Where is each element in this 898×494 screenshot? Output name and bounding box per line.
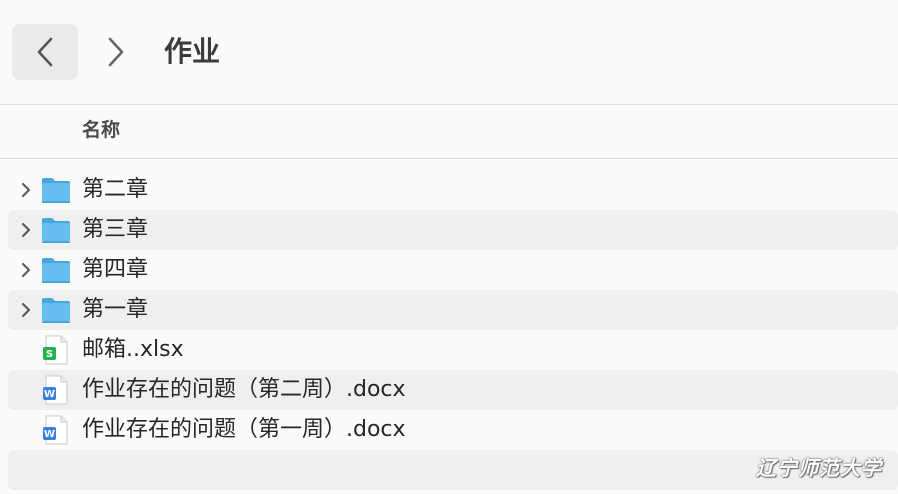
svg-text:S: S (46, 349, 53, 360)
list-item[interactable]: 第三章 (8, 210, 898, 250)
toolbar: 作业 (0, 0, 898, 104)
disclosure-chevron-icon[interactable] (18, 220, 34, 240)
file-name: 第一章 (82, 297, 149, 322)
forward-button[interactable] (90, 24, 142, 80)
disclosure-chevron-icon[interactable] (18, 300, 34, 320)
file-name: 邮箱..xlsx (82, 337, 184, 362)
spreadsheet-file-icon: S (40, 335, 72, 365)
file-name: 第三章 (82, 217, 149, 242)
word-document-icon: W (40, 415, 72, 445)
list-item[interactable]: W 作业存在的问题（第二周）.docx (8, 370, 898, 410)
disclosure-chevron-icon[interactable] (18, 260, 34, 280)
file-name: 第二章 (82, 177, 149, 202)
list-item[interactable]: 第四章 (8, 250, 898, 290)
list-item[interactable]: W 作业存在的问题（第一周）.docx (8, 410, 898, 450)
file-list: 第二章 第三章 第四章 第一章 S 邮箱..xlsx W 作业存在的问题（第二周… (8, 170, 898, 450)
header-divider (0, 158, 898, 159)
list-item[interactable]: S 邮箱..xlsx (8, 330, 898, 370)
file-name: 第四章 (82, 257, 149, 282)
disclosure-chevron-icon[interactable] (18, 180, 34, 200)
folder-icon (40, 175, 72, 205)
finder-window: 作业 名称 第二章 第三章 第四章 第一章 S 邮箱..xlsx W 作业存在的… (0, 0, 898, 494)
word-document-icon: W (40, 375, 72, 405)
folder-icon (40, 295, 72, 325)
list-item[interactable]: 第一章 (8, 290, 898, 330)
list-item[interactable]: 第二章 (8, 170, 898, 210)
chevron-left-icon (37, 37, 53, 67)
window-title: 作业 (164, 35, 221, 68)
back-button[interactable] (12, 24, 78, 80)
chevron-right-icon (108, 37, 124, 67)
svg-text:W: W (44, 389, 55, 400)
watermark: 辽宁师范大学 (756, 456, 882, 480)
toolbar-divider (0, 104, 898, 105)
folder-icon (40, 215, 72, 245)
column-header-name[interactable]: 名称 (82, 116, 120, 144)
svg-text:W: W (44, 429, 55, 440)
file-name: 作业存在的问题（第一周）.docx (82, 417, 406, 442)
folder-icon (40, 255, 72, 285)
file-name: 作业存在的问题（第二周）.docx (82, 377, 406, 402)
